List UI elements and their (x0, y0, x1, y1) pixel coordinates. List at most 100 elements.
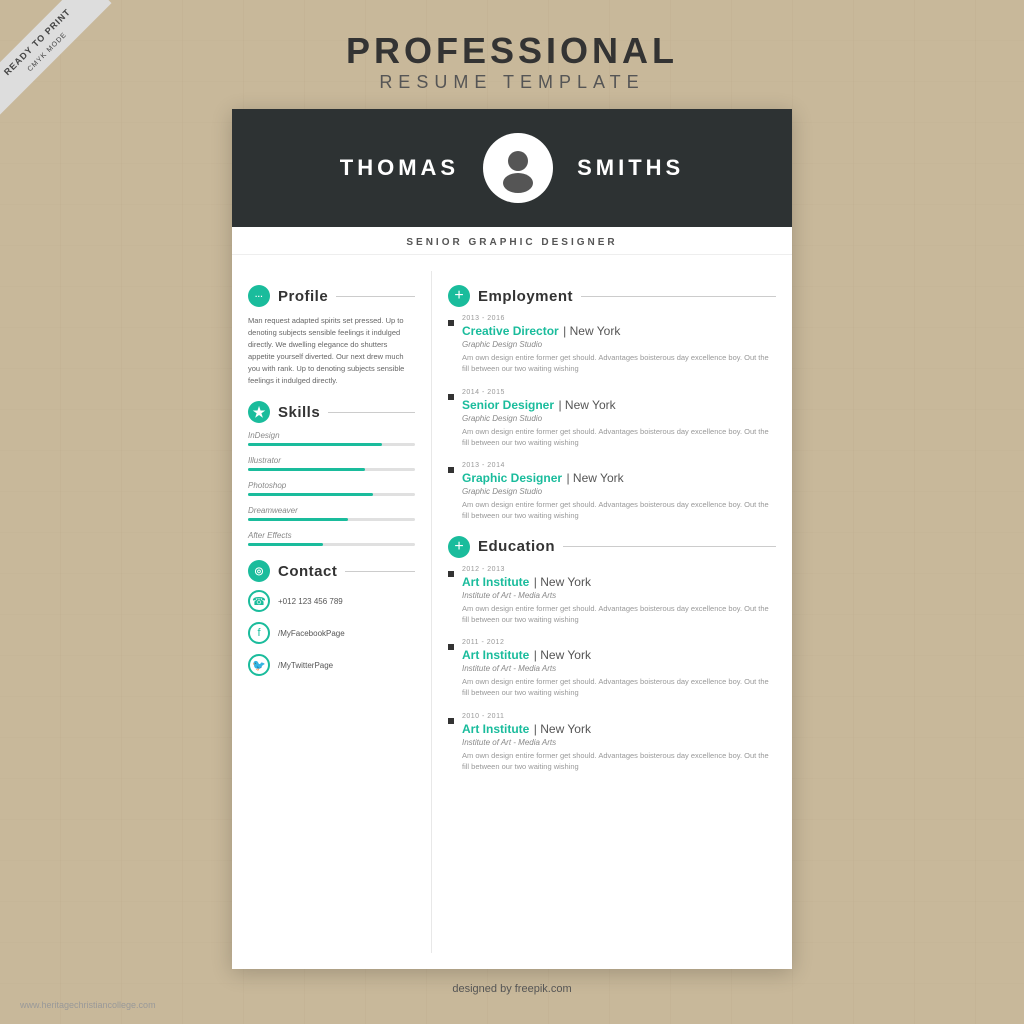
education-section-header: + Education (448, 536, 776, 558)
contact-item: f /MyFacebookPage (248, 622, 415, 644)
right-column: + Employment 2013 - 2016 Creative Direct… (432, 271, 792, 953)
resume-header: THOMAS SMITHS (232, 109, 792, 227)
contact-item: ☎ +012 123 456 789 (248, 590, 415, 612)
edu-title: Art Institute (462, 575, 529, 589)
skills-title: Skills (278, 404, 320, 421)
employment-line (581, 296, 776, 297)
emp-company: Graphic Design Studio (462, 414, 776, 423)
skill-bar-bg (248, 518, 415, 521)
resume-card: THOMAS SMITHS SENIOR GRAPHIC DESIGNER ··… (232, 109, 792, 969)
education-item: 2012 - 2013 Art Institute | New York Ins… (448, 566, 776, 626)
resume-subtitle: SENIOR GRAPHIC DESIGNER (232, 227, 792, 255)
edu-company: Institute of Art - Media Arts (462, 664, 776, 673)
education-item: 2010 - 2011 Art Institute | New York Ins… (448, 713, 776, 773)
skill-bar-bg (248, 468, 415, 471)
edu-year: 2010 - 2011 (462, 713, 776, 720)
skill-bar-fill (248, 518, 348, 521)
education-title: Education (478, 538, 555, 555)
contact-item-text: /MyTwitterPage (278, 661, 333, 670)
skill-name: Photoshop (248, 481, 415, 490)
profile-icon: ··· (248, 285, 270, 307)
last-name: SMITHS (577, 155, 684, 181)
contact-item-icon: f (248, 622, 270, 644)
contact-item-text: /MyFacebookPage (278, 629, 345, 638)
contact-line (345, 571, 415, 572)
profile-section-header: ··· Profile (248, 285, 415, 307)
contact-item-icon: 🐦 (248, 654, 270, 676)
contact-title: Contact (278, 563, 337, 580)
badge-text: READY TO PRINT CMYK MODE (0, 0, 112, 116)
skill-item: After Effects (248, 531, 415, 546)
employment-item: 2014 - 2015 Senior Designer | New York G… (448, 389, 776, 449)
edu-year: 2011 - 2012 (462, 639, 776, 646)
edu-desc: Am own design entire former get should. … (462, 676, 776, 699)
employment-container: 2013 - 2016 Creative Director | New York… (448, 315, 776, 522)
emp-title-row: Graphic Designer | New York (462, 469, 776, 487)
skill-bar-fill (248, 468, 365, 471)
page-title-area: PROFESSIONAL RESUME TEMPLATE (346, 30, 678, 93)
emp-desc: Am own design entire former get should. … (462, 426, 776, 449)
skill-bar-fill (248, 443, 382, 446)
skill-name: Illustrator (248, 456, 415, 465)
skill-bar-bg (248, 543, 415, 546)
edu-title: Art Institute (462, 722, 529, 736)
employment-item: 2013 - 2014 Graphic Designer | New York … (448, 462, 776, 522)
education-icon: + (448, 536, 470, 558)
edu-company: Institute of Art - Media Arts (462, 738, 776, 747)
edu-desc: Am own design entire former get should. … (462, 750, 776, 773)
edu-location: | New York (534, 722, 591, 736)
ready-badge: READY TO PRINT CMYK MODE (0, 0, 130, 130)
profile-title: Profile (278, 288, 328, 305)
skill-item: Photoshop (248, 481, 415, 496)
skill-name: InDesign (248, 431, 415, 440)
contact-container: ☎ +012 123 456 789 f /MyFacebookPage 🐦 /… (248, 590, 415, 676)
skills-section-header: ★ Skills (248, 401, 415, 423)
resume-body: ··· Profile Man request adapted spirits … (232, 255, 792, 969)
education-line (563, 546, 776, 547)
edu-desc: Am own design entire former get should. … (462, 603, 776, 626)
contact-section-header: ◎ Contact (248, 560, 415, 582)
skill-name: After Effects (248, 531, 415, 540)
education-item: 2011 - 2012 Art Institute | New York Ins… (448, 639, 776, 699)
emp-year: 2013 - 2014 (462, 462, 776, 469)
skill-item: InDesign (248, 431, 415, 446)
skills-line (328, 412, 415, 413)
employment-section-header: + Employment (448, 285, 776, 307)
education-container: 2012 - 2013 Art Institute | New York Ins… (448, 566, 776, 773)
emp-desc: Am own design entire former get should. … (462, 352, 776, 375)
emp-company: Graphic Design Studio (462, 340, 776, 349)
skill-bar-bg (248, 493, 415, 496)
emp-location: | New York (558, 398, 615, 412)
employment-item: 2013 - 2016 Creative Director | New York… (448, 315, 776, 375)
emp-company: Graphic Design Studio (462, 487, 776, 496)
emp-location: | New York (563, 324, 620, 338)
edu-title-row: Art Institute | New York (462, 573, 776, 591)
emp-title-row: Creative Director | New York (462, 322, 776, 340)
edu-company: Institute of Art - Media Arts (462, 591, 776, 600)
skill-bar-fill (248, 493, 373, 496)
watermark-left: www.heritagechristiancollege.com (20, 1000, 156, 1010)
contact-item: 🐦 /MyTwitterPage (248, 654, 415, 676)
edu-location: | New York (534, 575, 591, 589)
skill-item: Dreamweaver (248, 506, 415, 521)
skills-container: InDesign Illustrator Photoshop Dreamweav… (248, 431, 415, 546)
left-column: ··· Profile Man request adapted spirits … (232, 271, 432, 953)
avatar (483, 133, 553, 203)
emp-desc: Am own design entire former get should. … (462, 499, 776, 522)
employment-icon: + (448, 285, 470, 307)
edu-title-row: Art Institute | New York (462, 646, 776, 664)
skills-icon: ★ (248, 401, 270, 423)
emp-title: Senior Designer (462, 398, 554, 412)
profile-text: Man request adapted spirits set pressed.… (248, 315, 415, 387)
edu-title: Art Institute (462, 648, 529, 662)
contact-icon: ◎ (248, 560, 270, 582)
emp-title: Creative Director (462, 324, 559, 338)
emp-title: Graphic Designer (462, 471, 562, 485)
edu-location: | New York (534, 648, 591, 662)
contact-item-icon: ☎ (248, 590, 270, 612)
edu-title-row: Art Institute | New York (462, 720, 776, 738)
profile-line (336, 296, 415, 297)
emp-title-row: Senior Designer | New York (462, 396, 776, 414)
footer-branding: designed by freepik.com (452, 983, 571, 995)
emp-location: | New York (566, 471, 623, 485)
